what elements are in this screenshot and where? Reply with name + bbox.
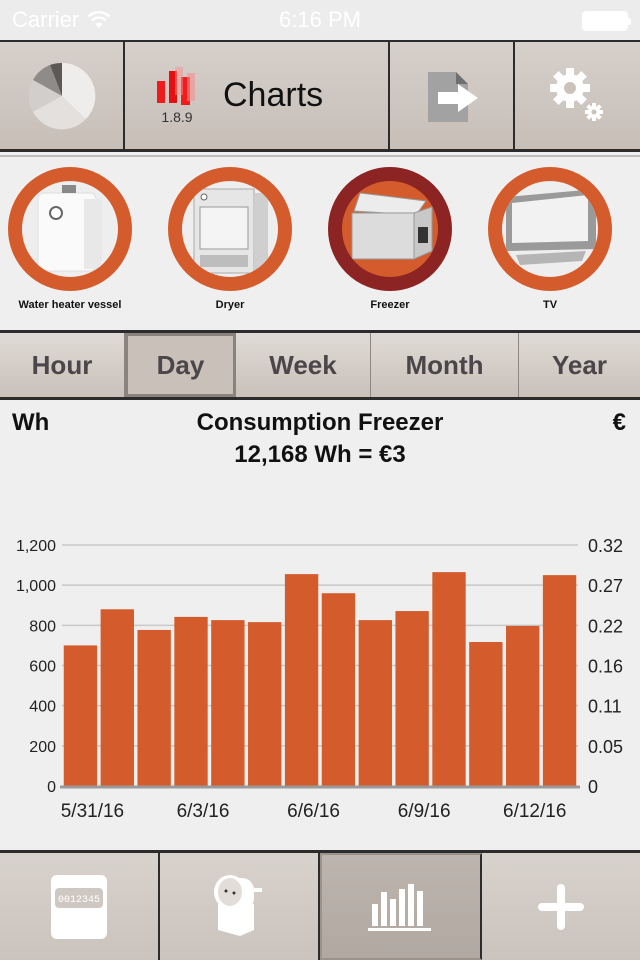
- device-ring: [168, 167, 292, 291]
- export-button[interactable]: [390, 42, 515, 149]
- right-axis-unit: €: [612, 409, 626, 436]
- device-ring: [8, 167, 132, 291]
- bar: [137, 629, 171, 786]
- pie-chart-icon: [28, 62, 95, 129]
- bar: [432, 572, 466, 786]
- meter-icon: 0012345: [51, 874, 107, 939]
- plus-icon: [538, 883, 584, 930]
- plug-icon: [214, 874, 262, 936]
- y-tick-label: 1,200: [16, 538, 56, 555]
- y-tick-label: 200: [29, 739, 56, 756]
- device-label: Water heater vessel: [18, 299, 122, 311]
- dryer-icon: [193, 188, 268, 274]
- period-week[interactable]: Week: [236, 333, 371, 397]
- app-logo: 1.8.9: [155, 66, 199, 125]
- charts-tab[interactable]: [320, 853, 482, 960]
- bar: [63, 645, 98, 786]
- page-title: Charts: [223, 76, 324, 114]
- bar: [174, 616, 208, 786]
- water-heater-icon: [37, 185, 102, 272]
- x-tick-label: 6/12/16: [503, 801, 566, 822]
- y-tick-label: 0: [47, 779, 56, 796]
- bar: [358, 620, 392, 786]
- battery-icon: [582, 11, 631, 31]
- plug-tab[interactable]: [160, 853, 320, 960]
- y2-tick-label: 0.05: [588, 737, 623, 757]
- consumption-bar-chart: 0 200 400 600 800 1,000 1,200 0 0.05 0.11 0.16 0.2…: [16, 536, 623, 822]
- y2-tick-label: 0.11: [588, 697, 622, 717]
- device-tv[interactable]: TV: [480, 167, 620, 311]
- y2-tick-label: 0.27: [588, 576, 623, 596]
- x-tick-label: 6/3/16: [177, 801, 230, 822]
- chart-title: Consumption Freezer: [196, 409, 444, 436]
- freezer-icon: [351, 192, 433, 260]
- add-tab[interactable]: [482, 853, 640, 960]
- status-bar: Carrier 6:16 PM: [0, 0, 640, 40]
- export-icon: [427, 71, 478, 122]
- app-logo-icon: [157, 66, 195, 105]
- settings-button[interactable]: [515, 42, 640, 149]
- chart-subtitle: 12,168 Wh = €3: [234, 441, 406, 468]
- period-day[interactable]: Day: [125, 333, 236, 397]
- device-label: Freezer: [370, 299, 410, 311]
- bar: [469, 642, 503, 786]
- bar-chart-icon: [368, 883, 431, 931]
- device-carousel: Water heater vessel Dryer Freezer TV: [0, 155, 640, 330]
- device-label: Dryer: [215, 299, 245, 311]
- pie-chart-button[interactable]: [0, 42, 125, 149]
- bar: [542, 575, 577, 786]
- period-month[interactable]: Month: [371, 333, 519, 397]
- bottom-tab-bar: 0012345: [0, 850, 640, 960]
- settings-icon: [549, 67, 603, 121]
- chart-header: Wh Consumption Freezer 12,168 Wh = €3 €: [0, 405, 640, 475]
- device-ring: [328, 167, 452, 291]
- bar: [211, 620, 245, 786]
- y2-tick-label: 0.16: [588, 657, 623, 677]
- y2-tick-label: 0.22: [588, 616, 623, 636]
- top-toolbar: 1.8.9 Charts: [0, 40, 640, 152]
- y2-tick-label: 0.32: [588, 536, 623, 556]
- bar: [248, 622, 282, 786]
- y-tick-label: 400: [29, 699, 56, 716]
- y-tick-label: 600: [29, 659, 56, 676]
- period-year[interactable]: Year: [519, 333, 640, 397]
- device-label: TV: [542, 299, 558, 311]
- period-selector: Hour Day Week Month Year: [0, 330, 640, 400]
- bar: [100, 609, 134, 786]
- device-freezer[interactable]: Freezer: [320, 167, 460, 311]
- bar: [395, 611, 429, 786]
- app-title: 1.8.9 Charts: [125, 42, 390, 149]
- y2-tick-label: 0: [588, 777, 598, 797]
- meter-tab[interactable]: 0012345: [0, 853, 160, 960]
- tv-icon: [506, 189, 596, 265]
- y-tick-label: 800: [29, 618, 56, 635]
- x-tick-label: 5/31/16: [61, 801, 124, 822]
- bar: [284, 574, 319, 786]
- device-water-heater[interactable]: Water heater vessel: [0, 167, 140, 311]
- bar: [506, 625, 540, 786]
- clock: 6:16 PM: [279, 7, 361, 32]
- device-dryer[interactable]: Dryer: [160, 167, 300, 311]
- app-version: 1.8.9: [161, 108, 193, 125]
- y-tick-label: 1,000: [16, 578, 56, 595]
- device-ring: [488, 167, 612, 291]
- x-tick-label: 6/6/16: [287, 801, 340, 822]
- period-hour[interactable]: Hour: [0, 333, 125, 397]
- meter-reading: 0012345: [58, 895, 100, 906]
- x-tick-label: 6/9/16: [398, 801, 451, 822]
- bar: [321, 593, 356, 786]
